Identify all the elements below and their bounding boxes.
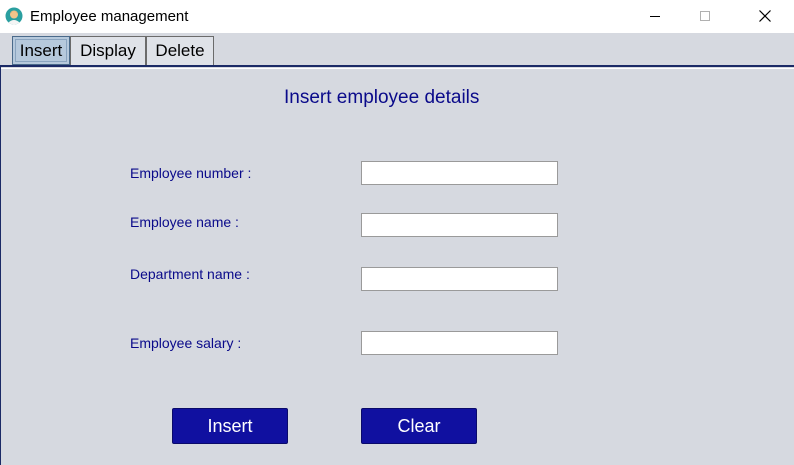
minimize-button[interactable]: [632, 0, 678, 32]
department-name-label: Department name :: [130, 266, 250, 282]
employee-avatar-icon: [5, 7, 23, 25]
employee-salary-label: Employee salary :: [130, 335, 242, 351]
employee-name-label: Employee name :: [130, 214, 239, 230]
tab-delete-label: Delete: [155, 41, 205, 60]
tab-display[interactable]: Display: [70, 36, 146, 65]
maximize-icon: [700, 11, 710, 21]
tab-divider-highlight: [0, 68, 794, 69]
department-name-field[interactable]: [361, 267, 558, 291]
tab-focus-ring: [15, 39, 67, 62]
employee-name-field[interactable]: [361, 213, 558, 237]
panel-border: [0, 67, 1, 465]
clear-button[interactable]: Clear: [361, 408, 477, 444]
employee-number-field[interactable]: [361, 161, 558, 185]
maximize-button[interactable]: [682, 0, 728, 32]
window-title: Employee management: [30, 8, 189, 25]
title-bar[interactable]: Employee management: [0, 0, 794, 33]
employee-number-label: Employee number :: [130, 165, 252, 181]
close-icon: [759, 10, 771, 22]
tab-insert[interactable]: Insert: [12, 36, 70, 65]
tab-delete[interactable]: Delete: [146, 36, 214, 65]
form-heading: Insert employee details: [284, 87, 480, 108]
employee-salary-field[interactable]: [361, 331, 558, 355]
close-button[interactable]: [742, 0, 788, 32]
tab-divider: [0, 65, 794, 67]
tab-display-label: Display: [80, 41, 136, 60]
tab-strip: Insert Display Delete: [0, 33, 794, 66]
app-window: Employee management Insert Display Delet…: [0, 0, 794, 465]
minimize-icon: [650, 16, 660, 17]
insert-button[interactable]: Insert: [172, 408, 288, 444]
